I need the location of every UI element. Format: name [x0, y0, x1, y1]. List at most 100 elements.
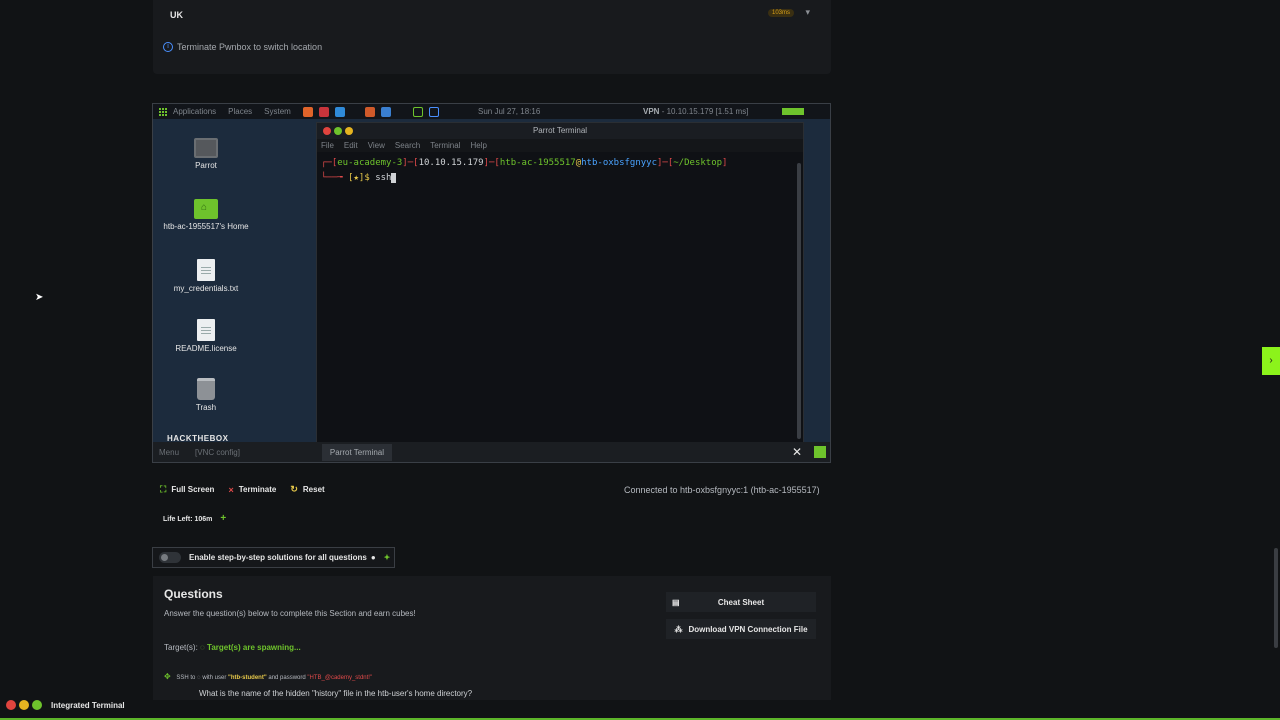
- cheat-sheet-label: Cheat Sheet: [717, 597, 765, 607]
- prompt-dir: ~/Desktop: [673, 158, 723, 168]
- download-vpn-button[interactable]: ⁂ Download VPN Connection File: [666, 619, 816, 639]
- question-text: What is the name of the hidden "history"…: [199, 689, 473, 698]
- command-text: ssh: [375, 173, 392, 183]
- reset-label: Reset: [302, 485, 325, 494]
- page-scrollbar[interactable]: [1274, 548, 1278, 648]
- reset-button[interactable]: ↻ Reset: [290, 484, 324, 495]
- home-folder-icon: [194, 199, 218, 219]
- desktop-icon-credentials[interactable]: my_credentials.txt: [161, 259, 251, 293]
- fullscreen-icon: ⛶: [160, 484, 167, 494]
- terminal-icon[interactable]: [412, 106, 423, 117]
- terminal-menu-edit[interactable]: Edit: [344, 141, 358, 150]
- terminal-output[interactable]: ┌─[eu-academy-3]─[10.10.15.179]─[htb-ac-…: [317, 152, 803, 190]
- location-panel: UK 103ms ▾ i Terminate Pwnbox to switch …: [153, 0, 831, 74]
- text-file-icon: [197, 319, 215, 341]
- workspace-icon[interactable]: [814, 446, 826, 458]
- desktop-topbar: Applications Places System Sun Jul 27, 1…: [153, 104, 830, 119]
- extend-life-icon[interactable]: +: [220, 513, 226, 524]
- info-icon: ●: [370, 553, 376, 562]
- vscode-icon[interactable]: [334, 106, 345, 117]
- desktop-icon-home[interactable]: htb-ac-1955517's Home: [161, 199, 251, 231]
- fullscreen-button[interactable]: ⛶ Full Screen: [160, 484, 214, 495]
- prompt-line: ┌─[eu-academy-3]─[10.10.15.179]─[htb-ac-…: [321, 158, 728, 168]
- terminal-menu-view[interactable]: View: [368, 141, 385, 150]
- vpn-value: - 10.10.15.179 [1.51 ms]: [661, 107, 749, 116]
- terminal-title: Parrot Terminal: [532, 126, 588, 135]
- apps-grid-icon[interactable]: [159, 107, 167, 116]
- close-icon[interactable]: [323, 127, 331, 135]
- terminal-titlebar[interactable]: Parrot Terminal: [317, 123, 803, 139]
- desktop-icon-trash[interactable]: Trash: [161, 378, 251, 412]
- mouse-pointer-icon: ➤: [35, 292, 44, 303]
- taskbar-menu[interactable]: Menu: [159, 448, 179, 457]
- minimize-icon[interactable]: [19, 700, 29, 710]
- taskbar-vnc-config[interactable]: [VNC config]: [195, 448, 240, 457]
- terminal-menu-search[interactable]: Search: [395, 141, 420, 150]
- questions-panel: Questions Answer the question(s) below t…: [153, 576, 831, 700]
- network-icon: ⁂: [674, 624, 683, 634]
- terminal-menu-help[interactable]: Help: [470, 141, 486, 150]
- command-line[interactable]: └──╼ [★]$ ssh: [321, 171, 799, 186]
- integrated-terminal-bar[interactable]: Integrated Terminal: [6, 700, 125, 710]
- ssh-password: "HTB_@cademy_stdnt!": [307, 675, 373, 681]
- close-icon[interactable]: ✕: [790, 445, 804, 459]
- connection-status: Connected to htb-oxbsfgnyyc:1 (htb-ac-19…: [624, 485, 820, 495]
- app-icon[interactable]: [364, 106, 375, 117]
- desktop-icon-readme[interactable]: README.license: [161, 319, 251, 353]
- trash-icon: [197, 378, 215, 400]
- burp-icon[interactable]: [318, 106, 329, 117]
- ssh-instructions: ✥ SSH to ◌ with user "htb-student" and p…: [164, 672, 372, 681]
- questions-subtitle: Answer the question(s) below to complete…: [164, 609, 416, 618]
- ping-badge: 103ms: [767, 9, 794, 17]
- terminal-scrollbar[interactable]: [797, 163, 801, 439]
- close-icon[interactable]: [6, 700, 16, 710]
- window-icon[interactable]: [428, 106, 439, 117]
- ssh-pw-label: and password: [268, 675, 306, 681]
- desktop-icon-label: Trash: [195, 403, 217, 412]
- ssh-prefix: SSH to: [176, 675, 196, 681]
- terminal-menu-terminal[interactable]: Terminal: [430, 141, 460, 150]
- download-vpn-label: Download VPN Connection File: [688, 624, 808, 634]
- menu-applications[interactable]: Applications: [173, 107, 216, 116]
- menu-places[interactable]: Places: [228, 107, 252, 116]
- terminate-button[interactable]: × Terminate: [228, 484, 276, 495]
- clock: Sun Jul 27, 18:16: [478, 107, 541, 116]
- target-label: Target(s):: [164, 643, 198, 652]
- maximize-icon[interactable]: [32, 700, 42, 710]
- menu-system[interactable]: System: [264, 107, 291, 116]
- pwnbox-controls: ⛶ Full Screen × Terminate ↻ Reset: [160, 484, 325, 495]
- location-name: UK: [170, 10, 183, 20]
- desktop-icon-label: README.license: [175, 344, 237, 353]
- location-info-text: Terminate Pwnbox to switch location: [177, 42, 323, 52]
- taskbar-active-window[interactable]: Parrot Terminal: [321, 443, 393, 461]
- firefox-icon[interactable]: [302, 106, 313, 117]
- solutions-toggle[interactable]: Enable step-by-step solutions for all qu…: [152, 547, 395, 568]
- fullscreen-label: Full Screen: [171, 485, 215, 494]
- toggle-switch[interactable]: [159, 552, 181, 563]
- questions-title: Questions: [164, 587, 223, 601]
- maximize-icon[interactable]: [334, 127, 342, 135]
- terminal-window[interactable]: Parrot Terminal File Edit View Search Te…: [316, 122, 804, 444]
- terminal-menu-file[interactable]: File: [321, 141, 334, 150]
- pwnbox-vnc[interactable]: Applications Places System Sun Jul 27, 1…: [152, 103, 831, 463]
- cheat-sheet-button[interactable]: ▤ Cheat Sheet: [666, 592, 816, 612]
- text-file-icon: [197, 259, 215, 281]
- desktop-icon-parrot[interactable]: Parrot: [161, 138, 251, 170]
- terminate-label: Terminate: [238, 485, 277, 494]
- location-select[interactable]: UK 103ms ▾: [163, 4, 818, 26]
- prompt-user: htb-ac-1955517: [499, 158, 576, 168]
- desktop-icon-label: my_credentials.txt: [173, 284, 239, 293]
- life-left: Life Left: 106m +: [163, 513, 226, 524]
- target-status: Target(s): ◌ Target(s) are spawning...: [164, 643, 301, 652]
- minimize-icon[interactable]: [345, 127, 353, 135]
- target-spawning: Target(s) are spawning...: [207, 643, 301, 652]
- side-drawer-tab[interactable]: ›: [1262, 347, 1280, 375]
- toggle-label: Enable step-by-step solutions for all qu…: [189, 553, 367, 562]
- files-icon[interactable]: [380, 106, 391, 117]
- integrated-terminal-label: Integrated Terminal: [51, 700, 125, 710]
- chevron-down-icon[interactable]: ▾: [805, 7, 810, 18]
- reset-icon: ↻: [290, 484, 298, 494]
- computer-icon: [194, 138, 218, 158]
- info-icon: i: [163, 42, 173, 52]
- location-info: i Terminate Pwnbox to switch location: [163, 42, 322, 52]
